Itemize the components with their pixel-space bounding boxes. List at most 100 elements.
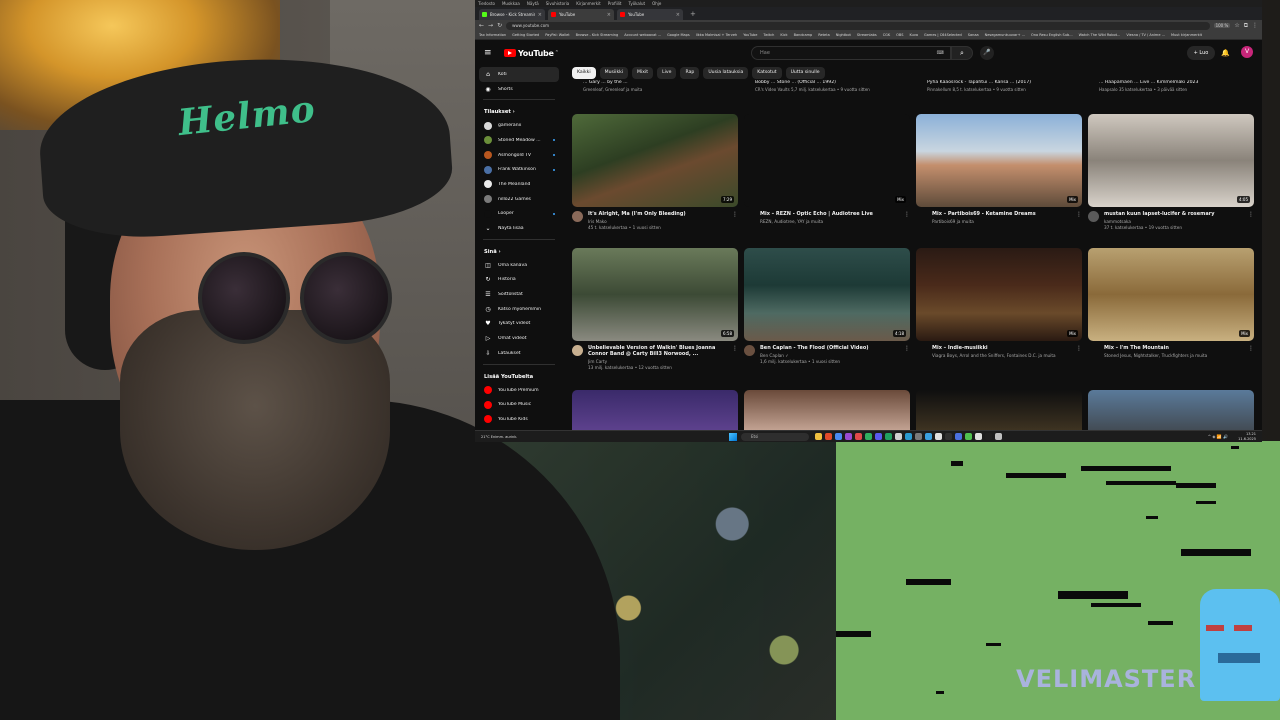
- bookmark-item[interactable]: Nesegamunkuuvar+ ...: [985, 33, 1025, 37]
- new-tab-icon[interactable]: +: [686, 9, 700, 20]
- browser-menu-icon[interactable]: ⋮: [1252, 22, 1258, 29]
- filter-chip[interactable]: Mixit: [632, 67, 654, 79]
- partial-video-item[interactable]: ... Gary ... by the ... Greenleaf, Greenl…: [572, 80, 738, 92]
- filter-chip[interactable]: Live: [657, 67, 677, 79]
- file-explorer-icon[interactable]: [815, 433, 822, 440]
- video-thumbnail[interactable]: Mix: [744, 114, 910, 207]
- menu-item[interactable]: Sivuhistoria: [546, 0, 570, 7]
- video-title[interactable]: Mix – I'm The Mountain: [1104, 345, 1243, 351]
- partial-video-item[interactable]: ... Haapamäen ... Live ... Kimmelmäki 20…: [1088, 80, 1254, 92]
- subscription-item[interactable]: Stoned Meadow ...: [479, 133, 559, 148]
- bookmark-item[interactable]: Ono Resu English Sub...: [1031, 33, 1073, 37]
- app-icon[interactable]: [905, 433, 912, 440]
- filter-chip[interactable]: Uusia latauksia: [703, 67, 749, 79]
- video-title[interactable]: Mix – Partibois69 - Ketamine Dreams: [932, 211, 1071, 217]
- more-options-icon[interactable]: ⋮: [904, 345, 910, 364]
- more-options-icon[interactable]: ⋮: [1076, 345, 1082, 359]
- app-icon[interactable]: [925, 433, 932, 440]
- browser-tab[interactable]: Browse - Kick Streaming ×: [479, 9, 545, 20]
- system-tray[interactable]: ^ ◈ 📶 🔊: [1208, 434, 1228, 439]
- menu-item[interactable]: Näytä: [527, 0, 539, 7]
- video-card[interactable]: Mix Mix – REZN - Optic Echo | Audiotree L…: [744, 114, 910, 225]
- subscription-item[interactable]: Looper: [479, 207, 559, 222]
- video-thumbnail[interactable]: Mix: [916, 114, 1082, 207]
- bookmark-item[interactable]: CGK: [883, 33, 890, 37]
- taskbar-clock[interactable]: 13.21 11.6.2025: [1238, 432, 1256, 441]
- video-thumbnail[interactable]: 4:05: [1088, 114, 1254, 207]
- sidebar-item-youtube-service[interactable]: YouTube Music: [479, 397, 559, 412]
- more-options-icon[interactable]: ⋮: [1248, 211, 1254, 230]
- hamburger-menu-icon[interactable]: ≡: [484, 48, 496, 58]
- bookmark-item[interactable]: Muut kirjanmerkit: [1171, 33, 1202, 37]
- discord-icon[interactable]: [875, 433, 882, 440]
- sidebar-item-you[interactable]: ↻ Historia: [479, 273, 559, 288]
- video-thumbnail[interactable]: [1088, 390, 1254, 430]
- extensions-icon[interactable]: ⧉: [1244, 22, 1248, 30]
- subscription-item[interactable]: gameranx: [479, 118, 559, 133]
- app-icon[interactable]: [845, 433, 852, 440]
- filter-chip[interactable]: Musiikki: [599, 67, 629, 79]
- subscription-item[interactable]: The Meänland: [479, 177, 559, 192]
- account-avatar[interactable]: V: [1241, 46, 1253, 58]
- app-icon[interactable]: [895, 433, 902, 440]
- video-card[interactable]: 4:18 Ben Caplan - The Flood (Official Vid…: [744, 248, 910, 364]
- video-card[interactable]: [744, 390, 910, 430]
- video-card[interactable]: [916, 390, 1082, 430]
- channel-name[interactable]: Stoned Jesus, Nightstalker, Truckfighter…: [1104, 353, 1243, 358]
- bookmark-item[interactable]: Streamlabs: [857, 33, 877, 37]
- keyboard-icon[interactable]: ⌨: [937, 50, 944, 56]
- subscription-item[interactable]: Frank Watkinson: [479, 162, 559, 177]
- search-input[interactable]: Hae ⌨: [751, 46, 951, 60]
- browser-tab[interactable]: YouTube ×: [548, 9, 614, 20]
- filter-chip[interactable]: Kaikki: [572, 67, 596, 79]
- app-icon[interactable]: [965, 433, 972, 440]
- menu-item[interactable]: Profiilit: [608, 0, 622, 7]
- sidebar-item-you[interactable]: ♥ Tykätyt videot: [479, 317, 559, 332]
- more-options-icon[interactable]: ⋮: [1248, 345, 1254, 359]
- star-icon[interactable]: ☆: [1234, 22, 1239, 29]
- video-card[interactable]: 4:05 mustan kuun lapset-lucifer & rosemar…: [1088, 114, 1254, 230]
- bookmark-item[interactable]: Bandcamp: [794, 33, 813, 37]
- video-title[interactable]: Mix – REZN - Optic Echo | Audiotree Live: [760, 211, 899, 217]
- more-options-icon[interactable]: ⋮: [1076, 211, 1082, 225]
- channel-name[interactable]: Iris Mako: [588, 219, 727, 224]
- app-icon[interactable]: [915, 433, 922, 440]
- zoom-level[interactable]: 100 %: [1213, 23, 1231, 28]
- sidebar-item-youtube-service[interactable]: YouTube Premium: [479, 383, 559, 398]
- bookmark-item[interactable]: Games | C64Selected: [924, 33, 962, 37]
- bookmark-item[interactable]: Ilkka Malmisal + Terveh: [696, 33, 737, 37]
- bookmark-item[interactable]: Twitch: [763, 33, 774, 37]
- sidebar-item-you[interactable]: ▷ Omat videot: [479, 331, 559, 346]
- video-thumbnail[interactable]: Mix: [1088, 248, 1254, 341]
- video-thumbnail[interactable]: 6:58: [572, 248, 738, 341]
- filter-chip[interactable]: Rap: [680, 67, 700, 79]
- bookmark-item[interactable]: Google Maps: [667, 33, 690, 37]
- video-thumbnail[interactable]: 7:29: [572, 114, 738, 207]
- video-title[interactable]: mustan kuun lapset-lucifer & rosemary: [1104, 211, 1243, 217]
- menu-item[interactable]: Työkalut: [629, 0, 646, 7]
- channel-name[interactable]: REZN, Audiotree, YAY ja muita: [760, 219, 899, 224]
- menu-item[interactable]: Ohje: [652, 0, 661, 7]
- forward-icon[interactable]: →: [488, 22, 493, 29]
- video-title[interactable]: Unbelievable Version of Walkin' Blues Jo…: [588, 345, 727, 357]
- notifications-bell-icon[interactable]: 🔔: [1221, 46, 1230, 60]
- channel-name[interactable]: Jim Carty: [588, 359, 727, 364]
- sidebar-item-you[interactable]: ◫ Oma kanava: [479, 258, 559, 273]
- app-icon[interactable]: [955, 433, 962, 440]
- app-icon[interactable]: [945, 433, 952, 440]
- more-options-icon[interactable]: ⋮: [732, 345, 738, 370]
- app-icon[interactable]: [935, 433, 942, 440]
- more-options-icon[interactable]: ⋮: [732, 211, 738, 230]
- video-thumbnail[interactable]: 4:18: [744, 248, 910, 341]
- app-icon[interactable]: [975, 433, 982, 440]
- bookmark-item[interactable]: Sanaa: [968, 33, 979, 37]
- taskbar-search[interactable]: Etsi: [741, 433, 809, 441]
- video-card[interactable]: [572, 390, 738, 430]
- menu-item[interactable]: Muokkaa: [502, 0, 520, 7]
- app-icon[interactable]: [865, 433, 872, 440]
- bookmark-item[interactable]: PayPal: Wallet: [545, 33, 569, 37]
- subscriptions-heading[interactable]: Tilaukset ›: [479, 103, 559, 118]
- sidebar-item-shorts[interactable]: ◉ Shorts: [479, 82, 559, 97]
- back-icon[interactable]: ←: [479, 22, 484, 29]
- video-thumbnail[interactable]: [744, 390, 910, 430]
